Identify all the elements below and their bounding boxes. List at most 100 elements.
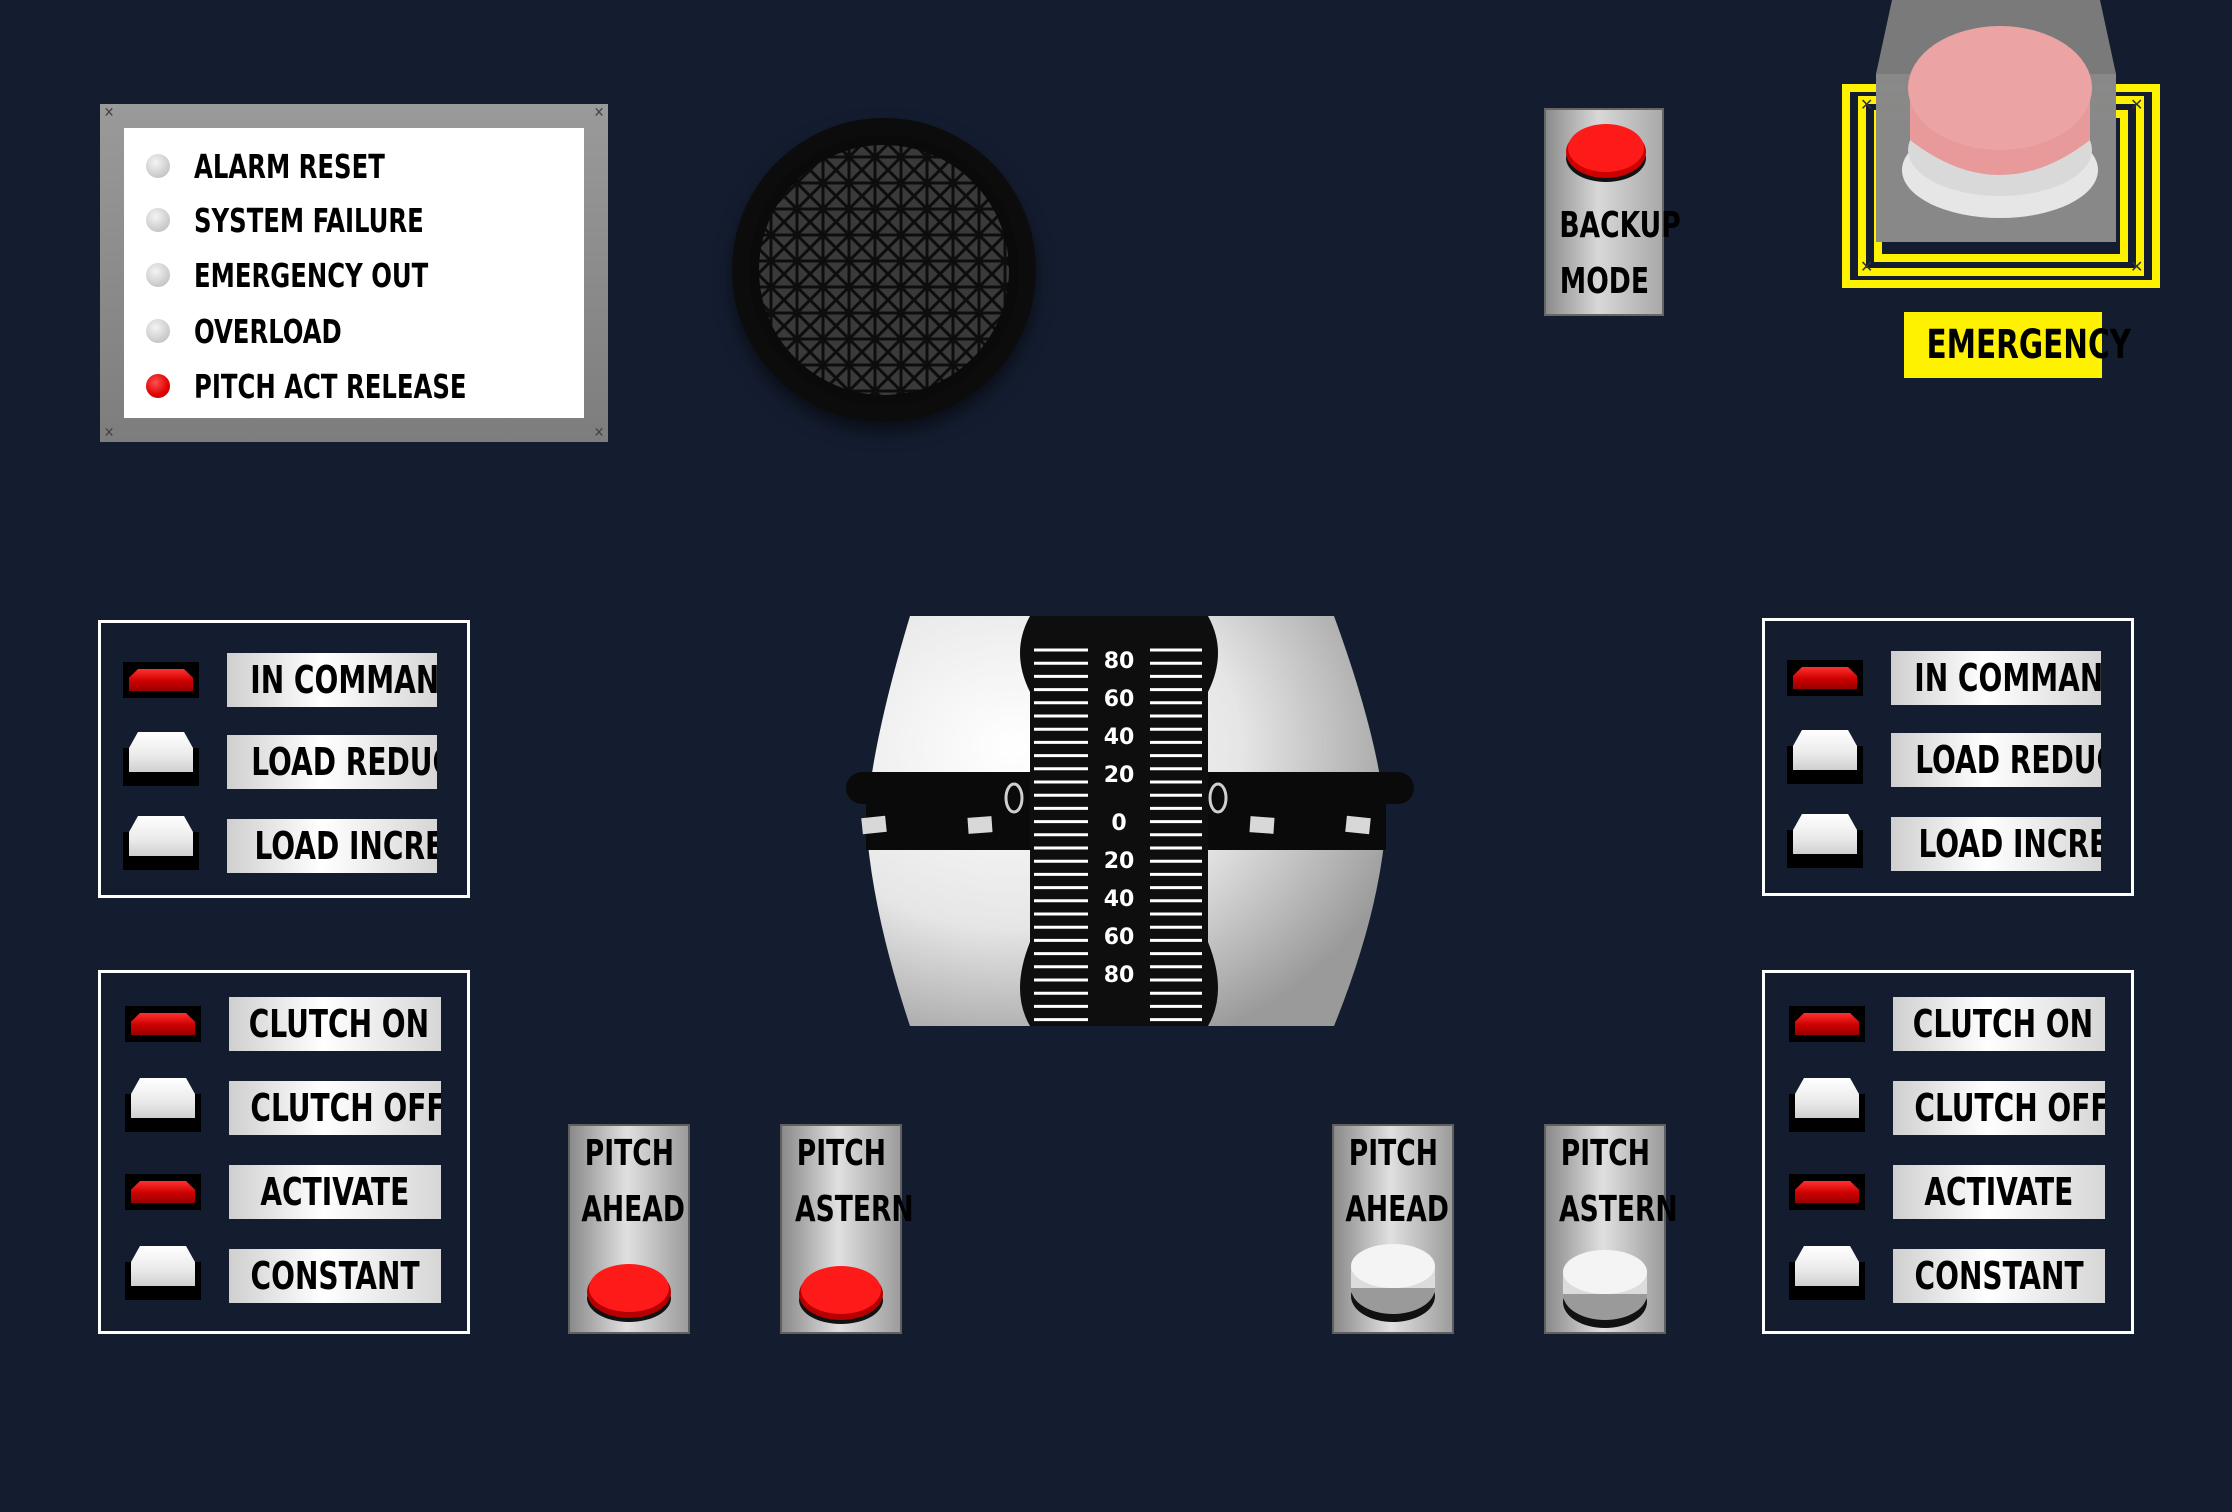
indicator-lamp-icon (125, 1006, 201, 1042)
clutch-off-label: CLUTCH OFF (250, 1086, 441, 1130)
clutch-on-button[interactable]: CLUTCH ON (229, 997, 441, 1051)
alarm-label: PITCH ACT RELEASE (194, 366, 467, 406)
indicator-lamp-icon (125, 1078, 201, 1132)
alarm-label: OVERLOAD (194, 311, 342, 351)
right-command-group: IN COMMAND LOAD REDUCE LOAD INCREASE (1762, 618, 2134, 896)
scale-label: 0 (1111, 811, 1126, 836)
screw-icon: ✕ (1860, 257, 1873, 276)
indicator-lamp-icon (123, 816, 199, 870)
left-in-command-row[interactable]: IN COMMAND (123, 653, 437, 707)
screw-icon: ✕ (2130, 95, 2143, 114)
scale-label: 20 (1104, 849, 1135, 874)
scale-label: 40 (1104, 887, 1135, 912)
indicator-lamp-icon (123, 732, 199, 786)
pitch-lamp-red-icon (799, 1266, 883, 1324)
left-clutch-group: CLUTCH ON CLUTCH OFF ACTIVATE CONSTANT (98, 970, 470, 1334)
pitch-label-line1: PITCH (584, 1133, 674, 1174)
emergency-label: EMERGENCY (1904, 312, 2131, 378)
in-command-button[interactable]: IN COMMAND (227, 653, 437, 707)
constant-label: CONSTANT (250, 1254, 420, 1298)
speaker-icon (749, 135, 1019, 405)
indicator-lamp-icon (1789, 1006, 1865, 1042)
scale-label: 20 (1104, 763, 1135, 788)
pitch-lamp-white-icon (1351, 1244, 1435, 1322)
in-command-button[interactable]: IN COMMAND (1891, 651, 2101, 705)
clutch-on-button[interactable]: CLUTCH ON (1893, 997, 2105, 1051)
pitch-label-line2: AHEAD (1345, 1189, 1449, 1230)
pitch-label-line1: PITCH (1348, 1133, 1438, 1174)
left-constant-row[interactable]: CONSTANT (125, 1246, 441, 1303)
load-increase-button[interactable]: LOAD INCREASE (1891, 817, 2101, 871)
backup-mode-button[interactable]: BACKUP MODE (1544, 108, 1681, 316)
alarm-label: ALARM RESET (194, 146, 385, 186)
right-activate-row[interactable]: ACTIVATE (1789, 1165, 2105, 1219)
alarm-item-pitch-act-release: PITCH ACT RELEASE (146, 366, 526, 406)
alarm-annunciator-panel: ✕ ✕ ✕ ✕ ALARM RESET SYSTEM FAILURE EMERG… (100, 104, 608, 442)
emergency-button-assembly[interactable]: ✕ ✕ ✕ ✕ (1840, 0, 2170, 300)
pitch-label-line1: PITCH (796, 1133, 886, 1174)
right-pitch-ahead-button[interactable]: PITCH AHEAD (1332, 1124, 1454, 1334)
indicator-lamp-icon (1787, 730, 1863, 784)
clutch-off-label: CLUTCH OFF (1914, 1086, 2105, 1130)
pitch-label-line2: AHEAD (581, 1189, 685, 1230)
in-command-label: IN COMMAND (1914, 656, 2101, 700)
backup-label: BACKUP MODE (1546, 198, 1680, 310)
alarm-led-icon (146, 319, 170, 343)
load-increase-label: LOAD INCREASE (1918, 822, 2101, 866)
load-reduce-label: LOAD REDUCE (251, 740, 437, 784)
speaker-grille (732, 118, 1036, 422)
alarm-item-alarm-reset: ALARM RESET (146, 146, 427, 186)
left-pitch-astern-button[interactable]: PITCH ASTERN (780, 1124, 914, 1334)
load-increase-button[interactable]: LOAD INCREASE (227, 819, 437, 873)
screw-icon: ✕ (1860, 95, 1873, 114)
right-load-reduce-row[interactable]: LOAD REDUCE (1787, 730, 2101, 787)
load-reduce-button[interactable]: LOAD REDUCE (227, 735, 437, 789)
activate-button[interactable]: ACTIVATE (1893, 1165, 2105, 1219)
pitch-lamp-red-icon (587, 1264, 671, 1322)
indicator-lamp-icon (1789, 1078, 1865, 1132)
scale-label: 60 (1104, 925, 1135, 950)
right-pitch-astern-button[interactable]: PITCH ASTERN (1544, 1124, 1678, 1334)
pitch-lamp-white-icon (1563, 1250, 1647, 1328)
emergency-label-text: EMERGENCY (1926, 322, 2131, 368)
clutch-on-label: CLUTCH ON (1912, 1002, 2094, 1046)
right-constant-row[interactable]: CONSTANT (1789, 1246, 2105, 1303)
alarm-led-icon (146, 374, 170, 398)
load-reduce-button[interactable]: LOAD REDUCE (1891, 733, 2101, 787)
backup-label-line1: BACKUP (1559, 205, 1681, 246)
constant-button[interactable]: CONSTANT (229, 1249, 441, 1303)
clutch-off-button[interactable]: CLUTCH OFF (1893, 1081, 2105, 1135)
left-clutch-off-row[interactable]: CLUTCH OFF (125, 1078, 441, 1135)
backup-label-line2: MODE (1559, 261, 1649, 302)
constant-label: CONSTANT (1914, 1254, 2084, 1298)
load-reduce-label: LOAD REDUCE (1915, 738, 2101, 782)
load-increase-label: LOAD INCREASE (254, 824, 437, 868)
alarm-item-system-failure: SYSTEM FAILURE (146, 200, 474, 240)
indicator-lamp-icon (125, 1174, 201, 1210)
right-clutch-off-row[interactable]: CLUTCH OFF (1789, 1078, 2105, 1135)
alarm-led-icon (146, 154, 170, 178)
pitch-label-line2: ASTERN (795, 1189, 914, 1230)
left-command-group: IN COMMAND LOAD REDUCE LOAD INCREASE (98, 620, 470, 898)
alarm-label: EMERGENCY OUT (194, 255, 429, 295)
clutch-on-label: CLUTCH ON (248, 1002, 430, 1046)
screw-icon: ✕ (103, 105, 115, 121)
left-activate-row[interactable]: ACTIVATE (125, 1165, 441, 1219)
constant-button[interactable]: CONSTANT (1893, 1249, 2105, 1303)
right-in-command-row[interactable]: IN COMMAND (1787, 651, 2101, 705)
scale-label: 40 (1104, 725, 1135, 750)
left-clutch-on-row[interactable]: CLUTCH ON (125, 997, 441, 1051)
left-pitch-ahead-button[interactable]: PITCH AHEAD (568, 1124, 690, 1334)
screw-icon: ✕ (103, 425, 115, 441)
indicator-lamp-icon (1787, 660, 1863, 696)
clutch-off-button[interactable]: CLUTCH OFF (229, 1081, 441, 1135)
left-load-reduce-row[interactable]: LOAD REDUCE (123, 732, 437, 789)
pitch-control-lever[interactable]: 80 60 40 20 0 20 40 60 80 (840, 612, 1420, 1032)
screw-icon: ✕ (593, 105, 605, 121)
right-load-increase-row[interactable]: LOAD INCREASE (1787, 814, 2101, 871)
indicator-lamp-icon (125, 1246, 201, 1300)
right-clutch-on-row[interactable]: CLUTCH ON (1789, 997, 2105, 1051)
right-clutch-group: CLUTCH ON CLUTCH OFF ACTIVATE CONSTANT (1762, 970, 2134, 1334)
left-load-increase-row[interactable]: LOAD INCREASE (123, 816, 437, 873)
activate-button[interactable]: ACTIVATE (229, 1165, 441, 1219)
